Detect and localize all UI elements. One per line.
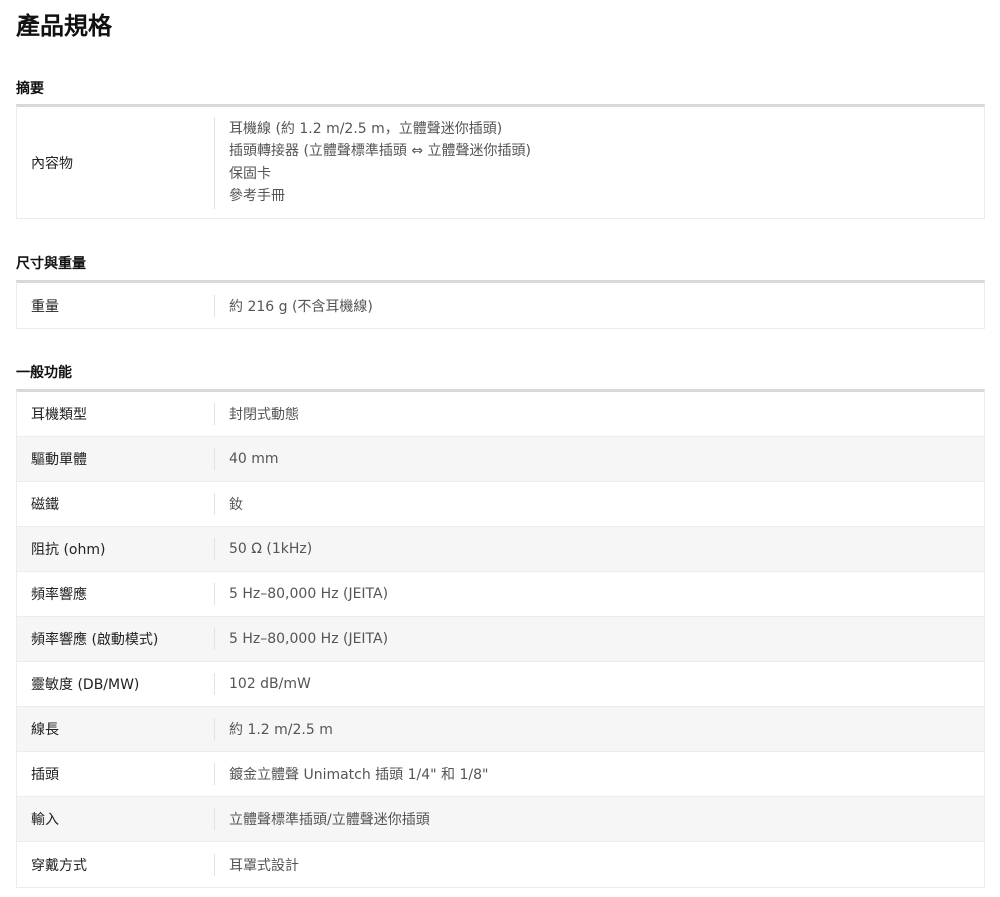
spec-value: 約 216 g (不含耳機線) <box>214 294 373 317</box>
spec-value-list: 耳機線 (約 1.2 m/2.5 m，立體聲迷你插頭) 插頭轉接器 (立體聲標準… <box>214 116 532 209</box>
spec-value: 5 Hz–80,000 Hz (JEITA) <box>214 583 388 605</box>
spec-value: 封閉式動態 <box>214 403 299 425</box>
spec-label: 插頭 <box>31 767 59 783</box>
spec-label: 穿戴方式 <box>31 857 87 874</box>
table-row: 頻率響應 5 Hz–80,000 Hz (JEITA) <box>17 572 984 617</box>
table-row: 輸入 立體聲標準插頭/立體聲迷你插頭 <box>17 797 984 842</box>
spec-label: 阻抗 (ohm) <box>31 542 106 558</box>
dimensions-table: 重量 約 216 g (不含耳機線) <box>16 280 985 329</box>
general-table: 耳機類型 封閉式動態 驅動單體 40 mm 磁鐵 釹 阻抗 (ohm) 50 Ω… <box>16 389 985 888</box>
table-row: 磁鐵 釹 <box>17 482 984 527</box>
page-title: 產品規格 <box>16 12 112 40</box>
spec-value: 釹 <box>214 493 243 515</box>
spec-value: 40 mm <box>214 448 279 470</box>
spec-value: 102 dB/mW <box>214 673 311 695</box>
table-row: 重量 約 216 g (不含耳機線) <box>17 283 984 328</box>
spec-value: 約 1.2 m/2.5 m <box>214 718 333 740</box>
spec-label: 耳機類型 <box>31 407 87 423</box>
table-row: 驅動單體 40 mm <box>17 437 984 482</box>
spec-label: 頻率響應 <box>31 587 87 603</box>
spec-value: 5 Hz–80,000 Hz (JEITA) <box>214 628 388 650</box>
spec-label: 頻率響應 (啟動模式) <box>31 632 159 648</box>
spec-value-line: 插頭轉接器 (立體聲標準插頭 ⇔ 立體聲迷你插頭) <box>229 143 532 159</box>
spec-value-line: 參考手冊 <box>229 188 285 204</box>
spec-label: 靈敏度 (DB/MW) <box>31 677 140 693</box>
table-row: 耳機類型 封閉式動態 <box>17 392 984 437</box>
table-row: 頻率響應 (啟動模式) 5 Hz–80,000 Hz (JEITA) <box>17 617 984 662</box>
table-row: 內容物 耳機線 (約 1.2 m/2.5 m，立體聲迷你插頭) 插頭轉接器 (立… <box>17 107 984 218</box>
section-heading-general: 一般功能 <box>16 365 72 381</box>
spec-label: 線長 <box>31 722 59 738</box>
table-row: 阻抗 (ohm) 50 Ω (1kHz) <box>17 527 984 572</box>
table-row: 穿戴方式 耳罩式設計 <box>17 842 984 887</box>
spec-value: 50 Ω (1kHz) <box>214 538 312 560</box>
spec-page: 產品規格 摘要 內容物 耳機線 (約 1.2 m/2.5 m，立體聲迷你插頭) … <box>0 0 1000 897</box>
section-heading-dimensions: 尺寸與重量 <box>16 256 86 272</box>
spec-label: 重量 <box>31 298 59 315</box>
summary-table: 內容物 耳機線 (約 1.2 m/2.5 m，立體聲迷你插頭) 插頭轉接器 (立… <box>16 104 985 219</box>
spec-value: 鍍金立體聲 Unimatch 插頭 1/4" 和 1/8" <box>214 763 488 785</box>
table-row: 線長 約 1.2 m/2.5 m <box>17 707 984 752</box>
table-row: 靈敏度 (DB/MW) 102 dB/mW <box>17 662 984 707</box>
spec-label: 輸入 <box>31 812 59 828</box>
spec-value-line: 耳機線 (約 1.2 m/2.5 m，立體聲迷你插頭) <box>229 120 503 137</box>
spec-value-line: 保固卡 <box>229 165 271 182</box>
spec-label: 內容物 <box>31 155 73 172</box>
table-row: 插頭 鍍金立體聲 Unimatch 插頭 1/4" 和 1/8" <box>17 752 984 797</box>
spec-value: 耳罩式設計 <box>214 853 299 876</box>
section-heading-summary: 摘要 <box>16 81 44 97</box>
spec-value: 立體聲標準插頭/立體聲迷你插頭 <box>214 808 430 830</box>
spec-label: 磁鐵 <box>31 497 59 513</box>
spec-label: 驅動單體 <box>31 452 87 468</box>
